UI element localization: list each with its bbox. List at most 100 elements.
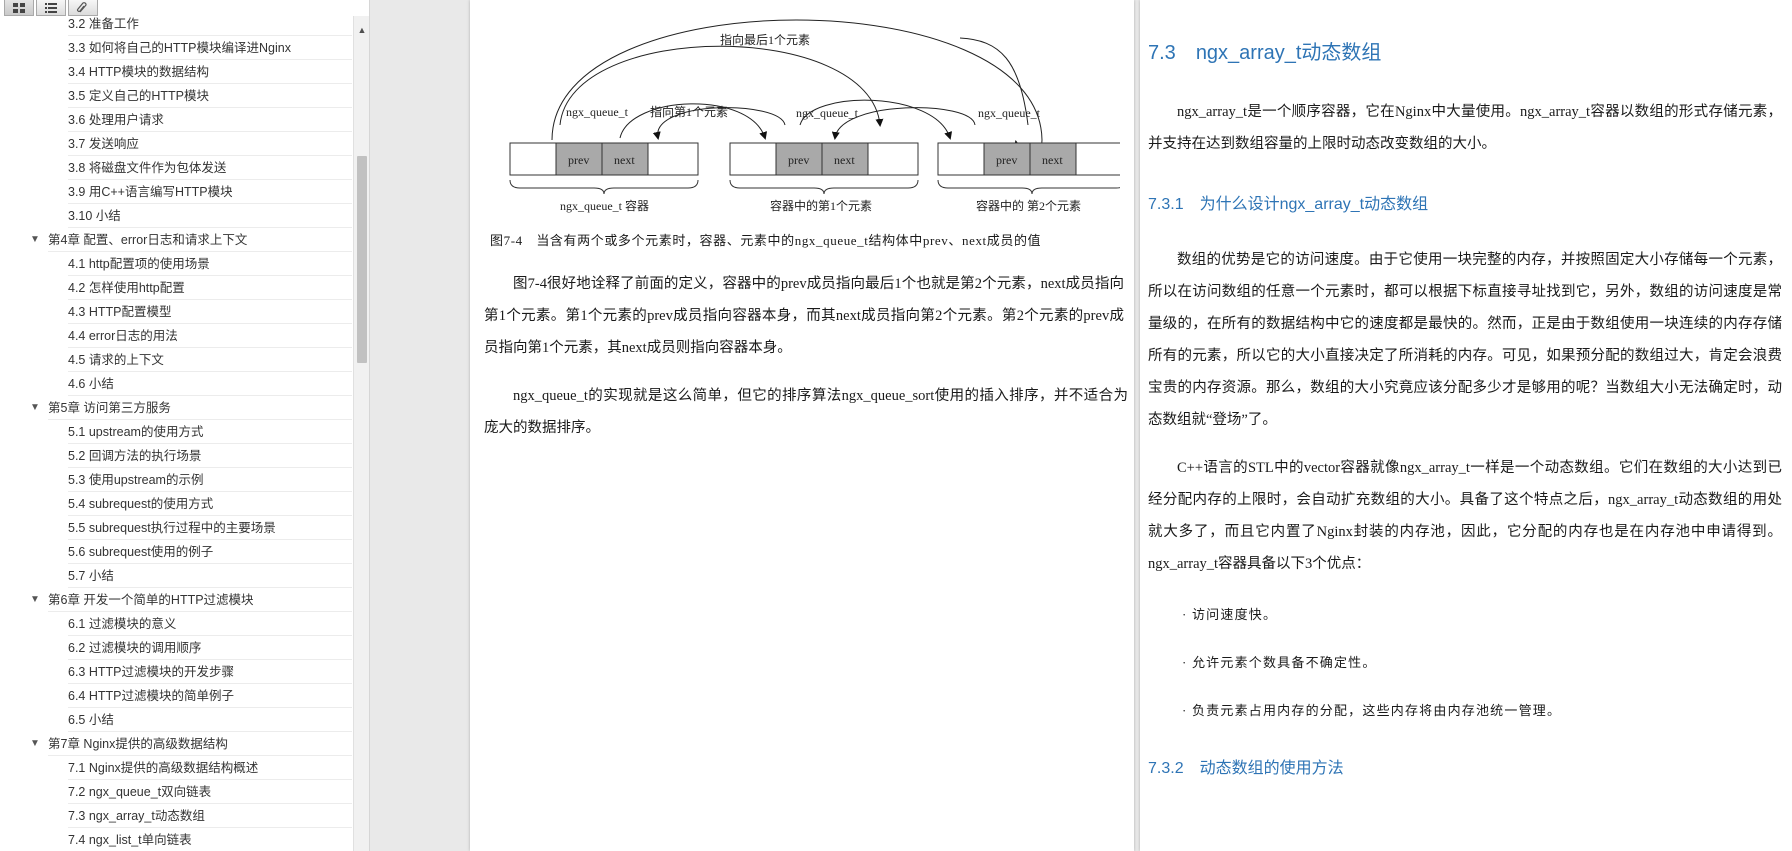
arrow-label-3: ngx_queue_t xyxy=(978,106,1041,120)
subsection-number: 7.3.2 xyxy=(1148,760,1184,777)
prev-field-3: prev xyxy=(996,153,1017,167)
arrow-label-2: ngx_queue_t xyxy=(796,106,859,120)
section-number: 7.3 xyxy=(1148,42,1176,64)
outline-scrollbar[interactable]: ▲ xyxy=(353,16,369,851)
outline-item-label: 3.3 如何将自己的HTTP模块编译进Nginx xyxy=(68,36,352,60)
outline-item-label: 第7章 Nginx提供的高级数据结构 xyxy=(48,732,352,756)
outline-section-item[interactable]: 5.1 upstream的使用方式 xyxy=(0,420,352,444)
outline-item-label: 4.5 请求的上下文 xyxy=(68,348,352,372)
paragraph-vector-comparison: C++语言的STL中的vector容器就像ngx_array_t一样是一个动态数… xyxy=(1148,460,1782,572)
outline-tree: 3.2 准备工作 3.3 如何将自己的HTTP模块编译进Nginx 3.4 HTTP… xyxy=(0,16,352,851)
outline-chapter-item[interactable]: ▼ 第5章 访问第三方服务 xyxy=(0,396,352,420)
outline-item-label: 6.4 HTTP过滤模块的简单例子 xyxy=(68,684,352,708)
bullet-item-3: · 负责元素占用内存的分配，这些内存将由内存池统一管理。 xyxy=(1182,703,1562,718)
arrow-label-1b: 指向第1个元素 xyxy=(650,104,728,119)
sidebar-toolbar xyxy=(0,0,110,16)
outline-section-item[interactable]: 5.4 subrequest的使用方式 xyxy=(0,492,352,516)
figure-caption: 图7-4 当含有两个或多个元素时，容器、元素中的ngx_queue_t结构体中p… xyxy=(490,233,1042,248)
outline-item-label: 6.3 HTTP过滤模块的开发步骤 xyxy=(68,660,352,684)
outline-item-label: 6.5 小结 xyxy=(68,708,352,732)
subsection-title: 动态数组的使用方法 xyxy=(1199,760,1344,777)
section-title: ngx_array_t动态数组 xyxy=(1195,42,1382,64)
outline-item-label: 4.3 HTTP配置模型 xyxy=(68,300,352,324)
outline-section-item[interactable]: 3.3 如何将自己的HTTP模块编译进Nginx xyxy=(0,36,352,60)
scrollbar-thumb[interactable] xyxy=(357,156,367,363)
outline-section-item[interactable]: 6.5 小结 xyxy=(0,708,352,732)
outline-section-item[interactable]: 5.5 subrequest执行过程中的主要场景 xyxy=(0,516,352,540)
outline-sidebar: 3.2 准备工作 3.3 如何将自己的HTTP模块编译进Nginx 3.4 HTTP… xyxy=(0,0,370,851)
outline-chapter-item[interactable]: ▼ 第6章 开发一个简单的HTTP过滤模块 xyxy=(0,588,352,612)
outline-item-label: 7.4 ngx_list_t单向链表 xyxy=(68,828,352,851)
outline-item-label: 3.8 将磁盘文件作为包体发送 xyxy=(68,156,352,180)
outline-chapter-item[interactable]: ▼ 第7章 Nginx提供的高级数据结构 xyxy=(0,732,352,756)
outline-section-item[interactable]: 5.2 回调方法的执行场景 xyxy=(0,444,352,468)
outline-item-label: 5.1 upstream的使用方式 xyxy=(68,420,352,444)
outline-section-item[interactable]: 6.3 HTTP过滤模块的开发步骤 xyxy=(0,660,352,684)
outline-section-item[interactable]: 6.4 HTTP过滤模块的简单例子 xyxy=(0,684,352,708)
outline-section-item[interactable]: 4.6 小结 xyxy=(0,372,352,396)
outline-item-label: 7.1 Nginx提供的高级数据结构概述 xyxy=(68,756,352,780)
outline-item-label: 6.1 过滤模块的意义 xyxy=(68,612,352,636)
outline-item-label: 第5章 访问第三方服务 xyxy=(48,396,352,420)
queue-diagram: 指向最后1个元素 ngx_queue_t 指向第1个元素 ngx_queue_t… xyxy=(509,19,1120,213)
outline-section-item[interactable]: 5.3 使用upstream的示例 xyxy=(0,468,352,492)
subsection-heading-7-3-1: 7.3.1 为什么设计ngx_array_t动态数组 xyxy=(1148,190,1428,214)
outline-section-item[interactable]: 3.10 小结 xyxy=(0,204,352,228)
outline-section-item[interactable]: 3.5 定义自己的HTTP模块 xyxy=(0,84,352,108)
outline-item-label: 3.4 HTTP模块的数据结构 xyxy=(68,60,352,84)
outline-item-label: 第6章 开发一个简单的HTTP过滤模块 xyxy=(48,588,352,612)
outline-item-label: 3.9 用C++语言编写HTTP模块 xyxy=(68,180,352,204)
outline-section-item[interactable]: 3.9 用C++语言编写HTTP模块 xyxy=(0,180,352,204)
bullet-item-1: · 访问速度快。 xyxy=(1182,607,1278,622)
outline-section-item[interactable]: 3.8 将磁盘文件作为包体发送 xyxy=(0,156,352,180)
outline-item-label: 5.5 subrequest执行过程中的主要场景 xyxy=(68,516,352,540)
outline-item-label: 3.7 发送响应 xyxy=(68,132,352,156)
expand-caret-icon[interactable]: ▼ xyxy=(28,396,42,420)
outline-section-item[interactable]: 7.4 ngx_list_t单向链表 xyxy=(0,828,352,851)
paragraph-figure-explanation: 图7-4很好地诠释了前面的定义，容器中的prev成员指向最后1个也就是第2个元素… xyxy=(484,276,1124,356)
next-field-1: next xyxy=(614,153,635,167)
expand-caret-icon[interactable]: ▼ xyxy=(28,588,42,612)
outline-section-item[interactable]: 7.1 Nginx提供的高级数据结构概述 xyxy=(0,756,352,780)
outline-item-label: 7.2 ngx_queue_t双向链表 xyxy=(68,780,352,804)
outline-section-item[interactable]: 4.1 http配置项的使用场景 xyxy=(0,252,352,276)
outline-section-item[interactable]: 4.5 请求的上下文 xyxy=(0,348,352,372)
outline-section-item[interactable]: 5.7 小结 xyxy=(0,564,352,588)
outline-section-item[interactable]: 4.4 error日志的用法 xyxy=(0,324,352,348)
expand-caret-icon[interactable]: ▼ xyxy=(28,732,42,756)
outline-section-item[interactable]: 6.1 过滤模块的意义 xyxy=(0,612,352,636)
pdf-page-left: 指向最后1个元素 ngx_queue_t 指向第1个元素 ngx_queue_t… xyxy=(470,0,1134,851)
outline-item-label: 5.2 回调方法的执行场景 xyxy=(68,444,352,468)
outline-section-item[interactable]: 5.6 subrequest使用的例子 xyxy=(0,540,352,564)
outline-section-item[interactable]: 3.7 发送响应 xyxy=(0,132,352,156)
outline-item-label: 5.7 小结 xyxy=(68,564,352,588)
outline-item-label: 4.2 怎样使用http配置 xyxy=(68,276,352,300)
thumbnails-button[interactable] xyxy=(4,0,34,16)
prev-field-2: prev xyxy=(788,153,809,167)
outline-item-label: 3.2 准备工作 xyxy=(68,16,352,36)
outline-section-item[interactable]: 4.3 HTTP配置模型 xyxy=(0,300,352,324)
outline-section-item[interactable]: 6.2 过滤模块的调用顺序 xyxy=(0,636,352,660)
outline-item-label: 5.6 subrequest使用的例子 xyxy=(68,540,352,564)
outline-item-label: 6.2 过滤模块的调用顺序 xyxy=(68,636,352,660)
section-heading-7-3: 7.3 ngx_array_t动态数组 xyxy=(1148,36,1381,65)
outline-section-item[interactable]: 7.3 ngx_array_t动态数组 xyxy=(0,804,352,828)
pdf-reader-window: 3.2 准备工作 3.3 如何将自己的HTTP模块编译进Nginx 3.4 HTTP… xyxy=(0,0,1792,851)
expand-caret-icon[interactable]: ▼ xyxy=(28,228,42,252)
outline-section-item[interactable]: 3.6 处理用户请求 xyxy=(0,108,352,132)
pdf-page-right: 7.3 ngx_array_t动态数组 ngx_array_t是一个顺序容器，它在… xyxy=(1140,0,1792,851)
outline-section-item[interactable]: 3.2 准备工作 xyxy=(0,16,352,36)
attachments-button[interactable] xyxy=(68,0,98,16)
box-label-1: ngx_queue_t 容器 xyxy=(560,198,649,213)
outline-section-item[interactable]: 3.4 HTTP模块的数据结构 xyxy=(0,60,352,84)
paragraph-array-advantage: 数组的优势是它的访问速度。由于它使用一块完整的内存，并按照固定大小存储每一个元素… xyxy=(1148,252,1782,428)
next-field-2: next xyxy=(834,153,855,167)
scroll-up-arrow-icon[interactable]: ▲ xyxy=(354,22,370,38)
outline-item-label: 3.10 小结 xyxy=(68,204,352,228)
outline-chapter-item[interactable]: ▼ 第4章 配置、error日志和请求上下文 xyxy=(0,228,352,252)
outline-section-item[interactable]: 4.2 怎样使用http配置 xyxy=(0,276,352,300)
outline-section-item[interactable]: 7.2 ngx_queue_t双向链表 xyxy=(0,780,352,804)
arrow-label-1: ngx_queue_t xyxy=(566,105,629,119)
outline-item-label: 3.5 定义自己的HTTP模块 xyxy=(68,84,352,108)
outline-button[interactable] xyxy=(36,0,66,16)
